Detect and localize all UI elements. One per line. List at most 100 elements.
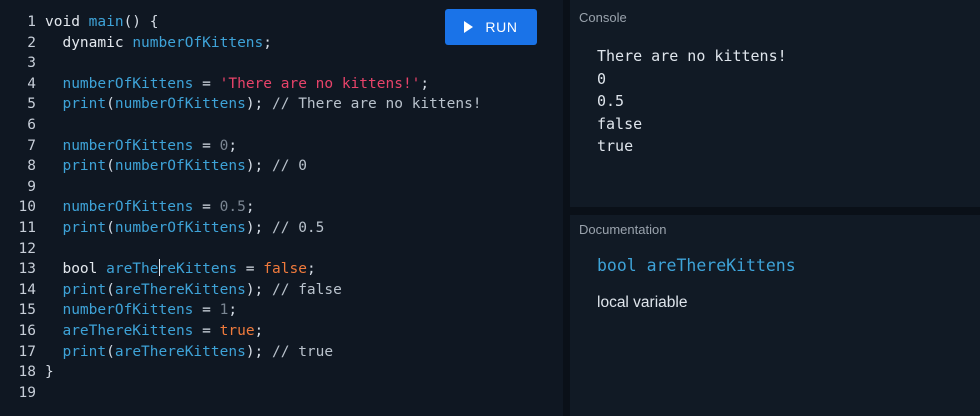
code-token: ;: [254, 322, 264, 339]
code-token: }: [45, 364, 54, 381]
documentation-kind: local variable: [597, 294, 688, 311]
line-number: 10: [18, 199, 36, 216]
line-number: 2: [27, 34, 36, 51]
code-token: =: [193, 302, 220, 319]
code-line[interactable]: 9: [0, 177, 563, 198]
code-line[interactable]: 5 print(numberOfKittens); // There are n…: [0, 94, 563, 115]
vertical-splitter[interactable]: [563, 0, 570, 416]
documentation-signature: bool areThereKittens: [597, 256, 796, 275]
code-token: dynamic: [45, 34, 133, 51]
code-token: areThe: [106, 261, 159, 278]
line-number: 3: [27, 55, 36, 72]
code-token: print: [62, 219, 107, 236]
line-number: 6: [27, 116, 36, 133]
code-line[interactable]: 10 numberOfKittens = 0.5;: [0, 197, 563, 218]
code-token: );: [245, 281, 273, 298]
code-token: areThereKittens: [62, 322, 194, 339]
code-token: numberOfKittens: [62, 137, 194, 154]
code-token: 'There are no kittens!': [219, 75, 421, 92]
line-number: 11: [18, 219, 36, 236]
code-line[interactable]: 17 print(areThereKittens); // true: [0, 342, 563, 363]
code-token: ;: [228, 137, 238, 154]
code-token: ;: [420, 75, 430, 92]
line-number: 9: [27, 178, 36, 195]
code-token: );: [245, 96, 273, 113]
line-number: 14: [18, 281, 36, 298]
code-token: =: [193, 322, 220, 339]
code-token: ;: [245, 199, 255, 216]
line-number: 8: [27, 158, 36, 175]
documentation-title: Documentation: [579, 222, 667, 237]
code-token: =: [193, 75, 220, 92]
code-token: bool: [45, 261, 107, 278]
code-editor[interactable]: 1 void main() {2 dynamic numberOfKittens;…: [0, 0, 563, 416]
code-token: areThereKittens: [114, 281, 246, 298]
code-token: );: [245, 158, 273, 175]
run-button-label: RUN: [485, 19, 518, 35]
code-token: ;: [228, 302, 238, 319]
code-token: (: [106, 96, 115, 113]
code-line[interactable]: 12: [0, 239, 563, 260]
code-token: (: [106, 281, 115, 298]
code-token: // There are no kittens!: [272, 96, 482, 113]
code-line[interactable]: 16 areThereKittens = true;: [0, 321, 563, 342]
code-token: // false: [272, 281, 342, 298]
code-token: print: [62, 343, 107, 360]
code-token: reKittens: [158, 261, 238, 278]
code-token: numberOfKittens: [62, 199, 194, 216]
code-token: true: [219, 322, 255, 339]
horizontal-splitter[interactable]: [570, 207, 980, 215]
dartpad-window: 1 void main() {2 dynamic numberOfKittens;…: [0, 0, 980, 416]
code-token: false: [263, 261, 307, 278]
code-line[interactable]: 6: [0, 115, 563, 136]
console-title: Console: [579, 10, 627, 25]
code-token: numberOfKittens: [132, 34, 264, 51]
code-line[interactable]: 19: [0, 383, 563, 404]
code-token: 0.5: [219, 199, 246, 216]
run-button[interactable]: RUN: [445, 9, 537, 45]
line-number: 4: [27, 75, 36, 92]
console-panel: Console There are no kittens! 0 0.5 false tr…: [570, 0, 980, 207]
code-token: numberOfKittens: [62, 75, 194, 92]
code-token: =: [237, 261, 264, 278]
code-token: (: [106, 158, 115, 175]
code-token: (: [106, 343, 115, 360]
code-token: main: [88, 14, 124, 30]
code-token: // 0.5: [272, 219, 325, 236]
code-token: numberOfKittens: [62, 302, 194, 319]
console-output: There are no kittens! 0 0.5 false true: [597, 45, 787, 158]
code-line[interactable]: 13 bool areThereKittens = false;: [0, 259, 563, 280]
line-number: 17: [18, 343, 36, 360]
code-line[interactable]: 11 print(numberOfKittens); // 0.5: [0, 218, 563, 239]
line-number: 16: [18, 322, 36, 339]
console-line: true: [597, 137, 634, 155]
console-line: 0.5: [597, 92, 625, 110]
line-number: 18: [18, 364, 36, 381]
console-line: There are no kittens!: [597, 47, 787, 65]
code-line[interactable]: 18}: [0, 362, 563, 383]
code-line[interactable]: 14 print(areThereKittens); // false: [0, 280, 563, 301]
code-line[interactable]: 4 numberOfKittens = 'There are no kitten…: [0, 74, 563, 95]
code-token: print: [62, 96, 107, 113]
code-line[interactable]: 3: [0, 53, 563, 74]
code-token: print: [62, 281, 107, 298]
code-token: void: [45, 14, 89, 30]
code-token: numberOfKittens: [114, 219, 246, 236]
code-token: print: [62, 158, 107, 175]
code-line[interactable]: 15 numberOfKittens = 1;: [0, 300, 563, 321]
code-token: );: [245, 219, 273, 236]
line-number: 7: [27, 137, 36, 154]
code-line[interactable]: 8 print(numberOfKittens); // 0: [0, 156, 563, 177]
console-line: 0: [597, 69, 607, 88]
code-token: =: [193, 137, 220, 154]
code-lines[interactable]: 1 void main() {2 dynamic numberOfKittens;…: [0, 12, 563, 403]
code-line[interactable]: 7 numberOfKittens = 0;: [0, 136, 563, 157]
